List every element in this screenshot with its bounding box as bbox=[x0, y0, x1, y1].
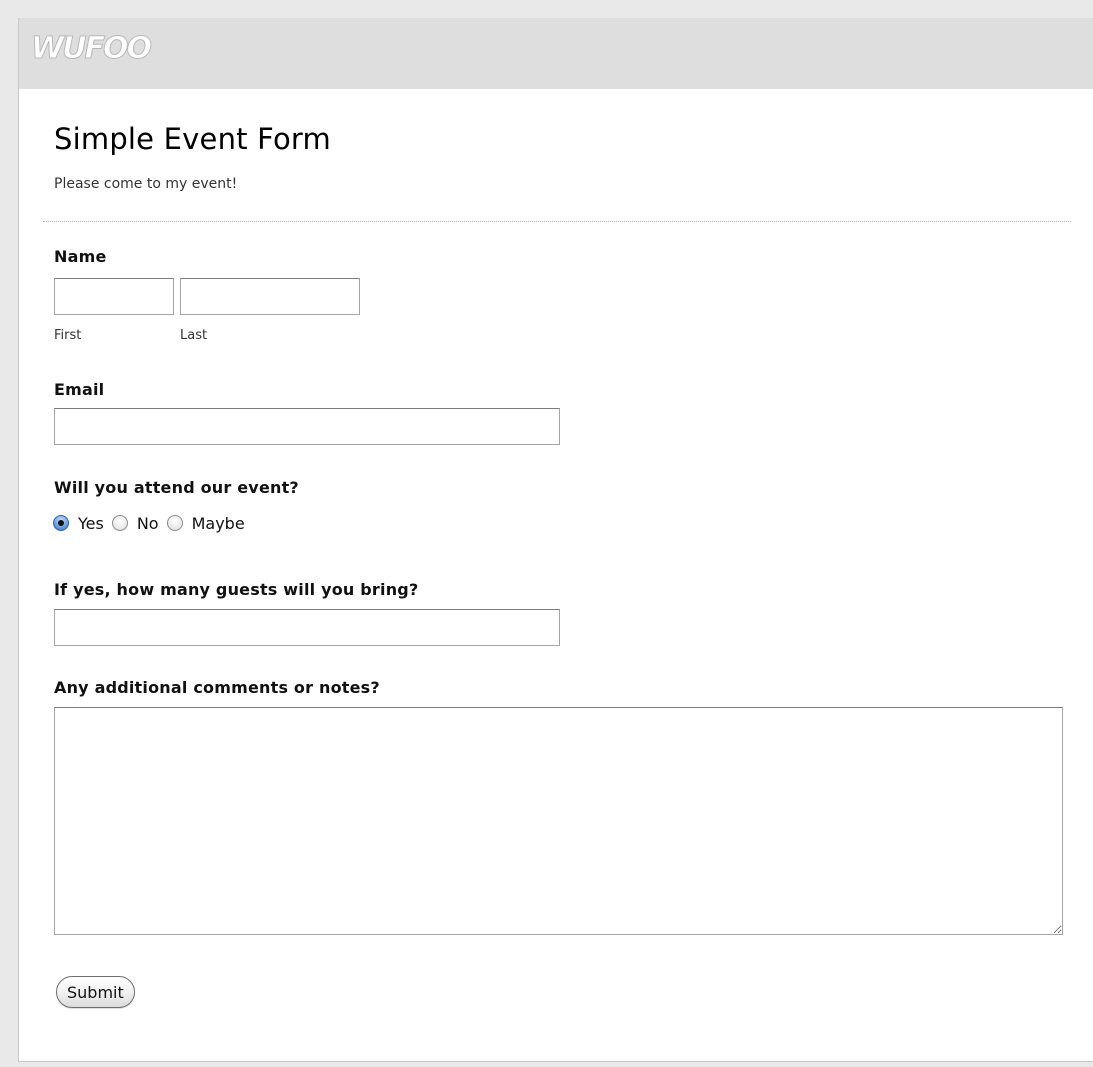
radio-yes-label: Yes bbox=[78, 513, 104, 533]
header-divider bbox=[43, 221, 1071, 222]
header-bar: WUFOO bbox=[19, 18, 1093, 89]
radio-no[interactable] bbox=[111, 515, 128, 531]
email-label: Email bbox=[54, 380, 105, 399]
comments-label: Any additional comments or notes? bbox=[54, 678, 380, 697]
radio-no-label: No bbox=[136, 513, 159, 533]
name-label: Name bbox=[54, 247, 107, 266]
wufoo-logo-graphic: WUFOO bbox=[31, 31, 154, 67]
attend-radio-group: Yes No Maybe bbox=[53, 512, 253, 534]
wufoo-logo: WUFOO bbox=[29, 28, 159, 73]
svg-text:WUFOO: WUFOO bbox=[31, 31, 151, 66]
email-input[interactable] bbox=[54, 408, 560, 445]
form-title: Simple Event Form bbox=[54, 122, 331, 156]
first-name-input[interactable] bbox=[54, 278, 174, 315]
radio-maybe-label: Maybe bbox=[191, 513, 245, 533]
guests-label: If yes, how many guests will you bring? bbox=[54, 580, 419, 599]
form-container: WUFOO Simple Event Form Please come to m… bbox=[18, 18, 1093, 1062]
first-name-sublabel: First bbox=[54, 328, 82, 343]
radio-maybe[interactable] bbox=[166, 515, 183, 531]
guests-input[interactable] bbox=[54, 609, 560, 646]
radio-yes[interactable] bbox=[53, 515, 69, 531]
page-background: WUFOO Simple Event Form Please come to m… bbox=[0, 0, 1093, 1067]
last-name-input[interactable] bbox=[180, 278, 360, 315]
submit-button[interactable]: Submit bbox=[56, 976, 135, 1008]
last-name-sublabel: Last bbox=[180, 328, 208, 343]
comments-textarea[interactable] bbox=[54, 707, 1063, 935]
attend-label: Will you attend our event? bbox=[54, 478, 299, 497]
form-description: Please come to my event! bbox=[54, 176, 238, 192]
